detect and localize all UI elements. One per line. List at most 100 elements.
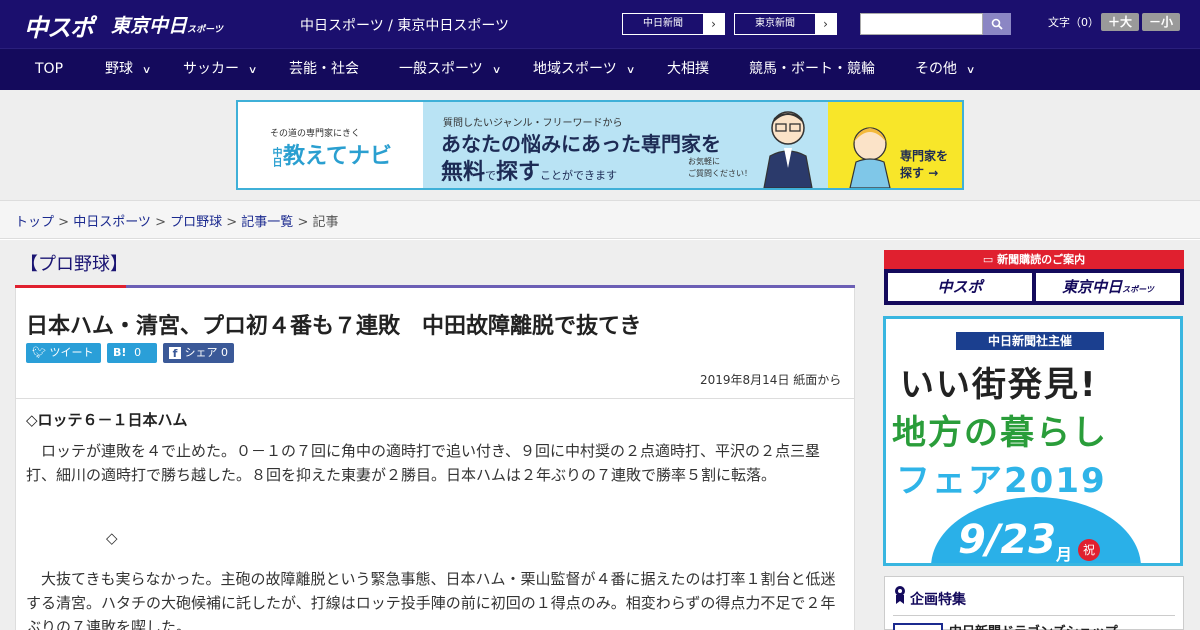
nav-baseball[interactable]: 野球 ∨ <box>105 49 152 90</box>
fair-title-row2: 地方の暮らし <box>892 413 1108 453</box>
tokyo-shimbun-link[interactable]: 東京新聞 › <box>734 13 837 35</box>
fair-ad-banner[interactable]: 中日新聞社主催 いい街発見! 地方の暮らし フェア2019 9/23 月 祝 <box>883 316 1183 566</box>
fair-title-row3: フェア2019 <box>896 461 1107 501</box>
chevron-right-icon: › <box>703 14 724 34</box>
hatena-icon: B! <box>113 346 127 359</box>
tokyo-chunichi-logo[interactable]: 東京中日スポーツ <box>111 11 223 38</box>
tweet-button[interactable]: 🐦︎ ツイート <box>26 343 101 363</box>
subscribe-tokyo-chunichi-button[interactable]: 東京中日スポーツ <box>1036 273 1180 301</box>
ad-copy-line1: 質問したいジャンル・フリーワードから <box>443 118 623 129</box>
fair-title-row1: いい街発見! <box>900 365 1098 405</box>
article-title: 日本ハム・清宮、プロ初４番も７連敗 中田故障離脱で抜てき <box>26 314 642 339</box>
ad-de-text: で <box>485 169 497 182</box>
article-paragraph-2: 大抜てきも実らなかった。主砲の故障離脱という緊急事態、日本ハム・栗山監督が４番に… <box>26 570 836 630</box>
subscription-heading-text: 新聞購読のご案内 <box>997 253 1086 266</box>
dragons-shop-thumbnail[interactable] <box>893 623 943 630</box>
chunichi-shimbun-link[interactable]: 中日新聞 › <box>622 13 725 35</box>
subscribe-tokyo-small: スポーツ <box>1122 285 1154 294</box>
hatena-bookmark-button[interactable]: B! 0 <box>107 343 157 363</box>
ad-cta-2-text: 探す <box>900 166 925 180</box>
font-bigger-button[interactable]: ＋大 <box>1101 13 1139 31</box>
ad-search-text: 探す <box>496 160 541 185</box>
nav-local-sports[interactable]: 地域スポーツ ∨ <box>533 49 636 90</box>
ribbon-icon <box>895 586 905 604</box>
ad-copy-line3: 無料で探すことができます <box>441 154 617 186</box>
nav-sumo[interactable]: 大相撲 <box>667 49 709 90</box>
fair-holiday-badge: 祝 <box>1078 539 1100 561</box>
ad-cta-1: 専門家を <box>900 149 949 163</box>
special-item-dragons-shop[interactable]: 中日新聞ドラゴンズショップ <box>949 621 1118 630</box>
chunichi-shimbun-label: 中日新聞 <box>643 18 683 29</box>
chevron-right-icon: › <box>815 14 836 34</box>
ad-brand-prefix: 中日 <box>270 147 281 167</box>
fair-month-suffix: 月 <box>1056 541 1073 564</box>
ad-cta-2: 探す → <box>900 165 948 182</box>
ad-note-1: お気軽に <box>688 157 720 166</box>
chevron-down-icon: ∨ <box>141 65 152 76</box>
special-features-heading: 企画特集 <box>910 592 966 608</box>
special-features-rule <box>893 615 1175 616</box>
tokyo-logo-small: スポーツ <box>187 25 223 35</box>
nav-label: 芸能・社会 <box>289 61 359 77</box>
subscribe-chuspo-button[interactable]: 中スポ <box>888 273 1032 301</box>
nav-racing[interactable]: 競馬・ボート・競輪 <box>749 49 875 90</box>
chuspo-logo[interactable]: 中スポ <box>24 8 94 43</box>
nav-label: 大相撲 <box>667 61 709 77</box>
nav-label: 一般スポーツ <box>399 61 483 77</box>
nav-label: 競馬・ボート・競輪 <box>749 61 875 77</box>
nav-label: 地域スポーツ <box>533 61 617 77</box>
breadcrumb-top[interactable]: トップ <box>15 215 54 230</box>
ad-can-text: ことができます <box>540 169 618 182</box>
ad-copy-line2: あなたの悩みにあった専門家を <box>441 132 721 156</box>
chevron-down-icon: ∨ <box>625 65 636 76</box>
twitter-bird-icon: 🐦︎ <box>32 346 46 359</box>
expert-illustration <box>763 111 813 188</box>
nav-other[interactable]: その他 ∨ <box>915 49 975 90</box>
tokyo-logo-text: 東京中日 <box>111 15 188 37</box>
article-divider <box>16 398 854 399</box>
fair-date: 9/23 <box>958 517 1057 563</box>
article-date: 2019年8月14日 紙面から <box>700 373 842 387</box>
ad-note-2: ご質問ください！ <box>688 169 752 178</box>
main-nav: TOP 野球 ∨ サッカー ∨ 芸能・社会 一般スポーツ ∨ 地域スポーツ ∨ 大相撲 … <box>0 48 1200 90</box>
site-name: 中日スポーツ / 東京中日スポーツ <box>300 18 510 34</box>
search-icon <box>991 18 1003 30</box>
ad-cta-text: 専門家を探す → <box>900 148 948 182</box>
facebook-label: シェア <box>184 346 218 359</box>
nav-label: サッカー <box>183 61 239 77</box>
tokyo-shimbun-label: 東京新聞 <box>755 18 795 29</box>
breadcrumb: トップ > 中日スポーツ > プロ野球 > 記事一覧 > 記事 <box>15 215 339 230</box>
oshiete-navi-ad[interactable]: その道の専門家にきく 中日教えてナビ 質問したいジャンル・フリーワードから あな… <box>236 100 964 190</box>
breadcrumb-pro-baseball[interactable]: プロ野球 <box>170 215 222 230</box>
chevron-down-icon: ∨ <box>247 65 258 76</box>
site-header: 中スポ 東京中日スポーツ 中日スポーツ / 東京中日スポーツ 中日新聞 › 東京… <box>0 0 1200 48</box>
nav-label: その他 <box>915 61 957 77</box>
breadcrumb-current: 記事 <box>312 215 339 230</box>
facebook-count: 0 <box>221 346 228 359</box>
nav-general-sports[interactable]: 一般スポーツ ∨ <box>399 49 502 90</box>
nav-entertainment[interactable]: 芸能・社会 <box>289 49 359 90</box>
fair-month-text: 月 <box>1056 545 1073 564</box>
breadcrumb-chunichi-sports[interactable]: 中日スポーツ <box>73 215 151 230</box>
ad-brand-block: その道の専門家にきく 中日教えてナビ <box>238 102 423 188</box>
nav-soccer[interactable]: サッカー ∨ <box>183 49 258 90</box>
chevron-down-icon: ∨ <box>491 65 502 76</box>
nav-label: 野球 <box>105 61 133 77</box>
breadcrumb-bar: トップ > 中日スポーツ > プロ野球 > 記事一覧 > 記事 <box>0 200 1200 239</box>
ad-brand-name: 中日教えてナビ <box>268 138 407 170</box>
search-button[interactable] <box>983 13 1011 35</box>
subscription-heading: ▭ 新聞購読のご案内 <box>884 250 1184 269</box>
game-score-subhead: ◇ロッテ６－１日本ハム <box>26 411 188 429</box>
ad-note: お気軽にご質問ください！ <box>688 156 752 180</box>
nav-top[interactable]: TOP <box>35 49 63 90</box>
article-paragraph-1: ロッテが連敗を４で止めた。０－１の７回に角中の適時打で追い付き、９回に中村奨の２… <box>26 442 820 484</box>
search-input[interactable] <box>860 13 983 35</box>
facebook-share-button[interactable]: f シェア 0 <box>163 343 234 363</box>
ad-cta-block[interactable]: 専門家を探す → <box>828 102 962 188</box>
arrow-right-icon: → <box>928 166 939 180</box>
hatena-count: 0 <box>134 346 142 359</box>
person-question-illustration <box>849 127 891 188</box>
font-size-label: 文字（0） <box>1048 16 1099 29</box>
font-smaller-button[interactable]: －小 <box>1142 13 1180 31</box>
breadcrumb-article-list[interactable]: 記事一覧 <box>241 215 293 230</box>
